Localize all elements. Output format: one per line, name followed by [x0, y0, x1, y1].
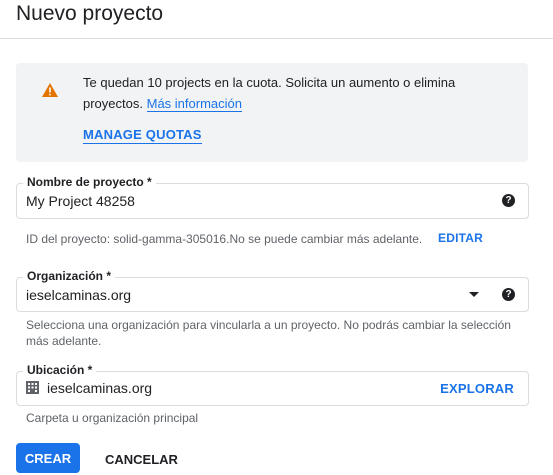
- warning-icon: [42, 83, 58, 97]
- organization-label: Organización *: [23, 269, 116, 283]
- location-value: ieselcaminas.org: [47, 380, 153, 396]
- organization-select[interactable]: Organización * ieselcaminas.org ?: [16, 269, 529, 312]
- cancel-button[interactable]: CANCELAR: [105, 452, 178, 467]
- quota-notice: Te quedan 10 projects en la cuota. Solic…: [16, 63, 528, 162]
- create-button[interactable]: CREAR: [16, 443, 80, 473]
- organization-value[interactable]: ieselcaminas.org: [26, 287, 131, 303]
- help-icon[interactable]: ?: [502, 194, 515, 207]
- dropdown-arrow-icon[interactable]: [469, 292, 479, 297]
- location-field[interactable]: Ubicación * ieselcaminas.org EXPLORAR: [16, 363, 529, 406]
- help-icon[interactable]: ?: [502, 288, 515, 301]
- page-title: Nuevo proyecto: [16, 2, 164, 25]
- manage-quotas-button[interactable]: MANAGE QUOTAS: [83, 127, 202, 144]
- edit-project-id-button[interactable]: EDITAR: [438, 231, 483, 245]
- quota-message-block: Te quedan 10 projects en la cuota. Solic…: [83, 72, 503, 114]
- location-label: Ubicación *: [23, 363, 97, 377]
- project-id-hint: ID del proyecto: solid-gamma-305016.No s…: [26, 232, 423, 246]
- header-divider: [0, 38, 553, 39]
- organization-hint: Selecciona una organización para vincula…: [26, 318, 511, 348]
- organization-icon: [26, 381, 39, 394]
- quota-message: Te quedan 10 projects en la cuota. Solic…: [83, 75, 456, 111]
- project-name-label: Nombre de proyecto *: [23, 175, 156, 189]
- project-name-input[interactable]: My Project 48258: [26, 193, 135, 209]
- explore-button[interactable]: EXPLORAR: [440, 381, 514, 396]
- project-name-field[interactable]: Nombre de proyecto * My Project 48258 ?: [16, 175, 529, 219]
- location-hint: Carpeta u organización principal: [26, 411, 199, 425]
- more-info-link[interactable]: Más información: [146, 96, 242, 112]
